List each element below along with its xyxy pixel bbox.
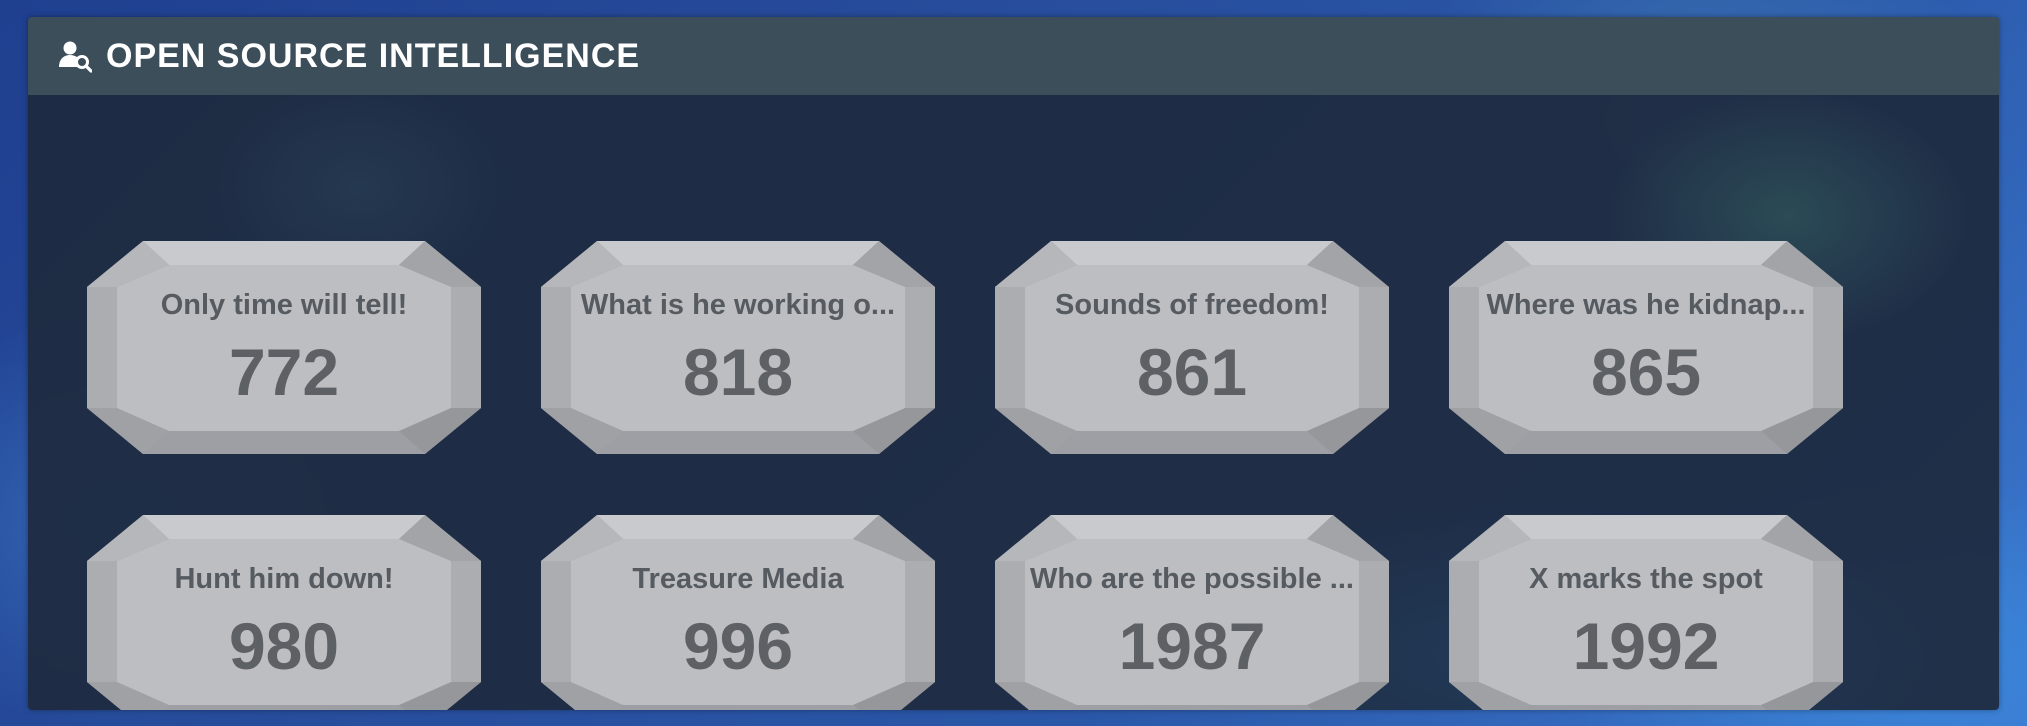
- card-title: Hunt him down!: [174, 563, 394, 595]
- challenge-card[interactable]: Treasure Media 996: [541, 515, 935, 710]
- card-title: Who are the possible ...: [1030, 563, 1354, 595]
- osint-panel: OPEN SOURCE INTELLIGENCE Only time will …: [28, 17, 1999, 710]
- panel-header: OPEN SOURCE INTELLIGENCE: [28, 17, 1999, 95]
- challenge-card[interactable]: Sounds of freedom! 861: [995, 241, 1389, 454]
- card-points: 980: [228, 609, 340, 683]
- card-points: 818: [682, 335, 794, 409]
- card-points: 1992: [1572, 609, 1720, 683]
- card-title: X marks the spot: [1529, 563, 1763, 595]
- panel-title: OPEN SOURCE INTELLIGENCE: [106, 36, 641, 75]
- challenge-card[interactable]: X marks the spot 1992: [1449, 515, 1843, 710]
- card-points: 861: [1136, 335, 1248, 409]
- challenge-card[interactable]: What is he working o... 818: [541, 241, 935, 454]
- card-title: Only time will tell!: [160, 289, 408, 321]
- user-search-icon: [58, 39, 92, 73]
- card-points: 1987: [1118, 609, 1266, 683]
- challenge-card[interactable]: Who are the possible ... 1987: [995, 515, 1389, 710]
- challenge-card[interactable]: Hunt him down! 980: [87, 515, 481, 710]
- challenge-card[interactable]: Only time will tell! 772: [87, 241, 481, 454]
- card-title: What is he working o...: [580, 289, 896, 321]
- card-points: 772: [228, 335, 340, 409]
- card-title: Sounds of freedom!: [1055, 289, 1329, 321]
- challenge-grid: Only time will tell! 772 What is he work…: [28, 95, 1999, 710]
- card-title: Where was he kidnap...: [1486, 289, 1806, 321]
- card-points: 865: [1590, 335, 1702, 409]
- card-title: Treasure Media: [632, 563, 844, 595]
- challenge-card[interactable]: Where was he kidnap... 865: [1449, 241, 1843, 454]
- card-points: 996: [682, 609, 794, 683]
